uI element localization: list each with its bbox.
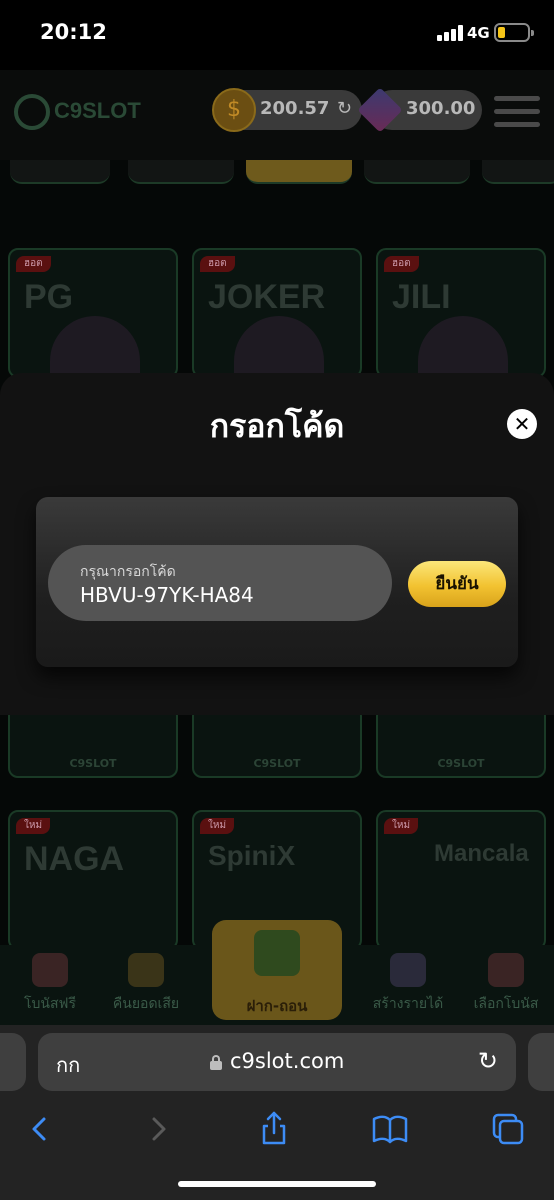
nav-cashback[interactable]: คืนยอดเสีย: [96, 945, 196, 1025]
share-button[interactable]: [254, 1109, 294, 1149]
game-tile[interactable]: C9SLOT: [8, 706, 178, 778]
status-bar: 20:12 4G: [0, 0, 554, 70]
nav-deposit-withdraw[interactable]: ฝาก-ถอน: [212, 920, 342, 1020]
back-button[interactable]: [22, 1109, 62, 1149]
tile-brand: PG: [24, 278, 74, 316]
refresh-icon[interactable]: ↻: [337, 98, 352, 119]
game-tile-mancala[interactable]: ใหม่ Mancala: [376, 810, 546, 950]
new-badge: ใหม่: [384, 818, 419, 834]
new-badge: ใหม่: [200, 818, 235, 834]
gift-icon: [32, 953, 68, 987]
share-icon: [262, 1111, 286, 1145]
tile-artwork: [234, 316, 324, 376]
address-bar[interactable]: กก c9slot.com ↻: [38, 1033, 516, 1091]
category-tab[interactable]: [364, 160, 470, 184]
close-button[interactable]: ✕: [507, 409, 537, 439]
nav-affiliate[interactable]: สร้างรายได้: [358, 945, 458, 1025]
logo-text: C9SLOT: [54, 98, 141, 123]
lock-icon: [210, 1055, 222, 1070]
network-type: 4G: [467, 24, 490, 42]
game-tile-naga[interactable]: ใหม่ NAGA: [8, 810, 178, 950]
c9slot-logo[interactable]: C9SLOT: [14, 92, 144, 132]
code-input-value: HBVU-97YK-HA84: [80, 583, 254, 607]
status-time: 20:12: [40, 20, 107, 44]
nav-choose-bonus[interactable]: เลือกโบนัส: [456, 945, 554, 1025]
balance-value: 200.57: [260, 98, 330, 119]
money-icon: [254, 930, 300, 976]
reload-icon[interactable]: ↻: [478, 1047, 498, 1075]
tile-artwork: [418, 316, 508, 376]
points-pill[interactable]: 300.00: [357, 87, 482, 133]
game-tile[interactable]: C9SLOT: [376, 706, 546, 778]
battery-icon: [494, 23, 534, 42]
tile-brand: SpiniX: [208, 840, 296, 871]
nav-label: คืนยอดเสีย: [112, 996, 180, 1012]
nav-center-label: ฝาก-ถอน: [246, 997, 308, 1015]
confirm-button[interactable]: ยืนยัน: [408, 561, 506, 607]
tile-brand: NAGA: [24, 840, 125, 878]
chevron-right-icon: [152, 1117, 166, 1141]
category-tab[interactable]: [128, 160, 234, 184]
category-tab[interactable]: [10, 160, 110, 184]
code-card: กรุณากรอกโค้ด HBVU-97YK-HA84 ยืนยัน: [36, 497, 518, 667]
new-badge: ใหม่: [16, 818, 51, 834]
megaphone-icon: [488, 953, 524, 987]
bookmarks-button[interactable]: [370, 1109, 410, 1149]
logo-mark-icon: [14, 94, 50, 130]
code-input-label: กรุณากรอกโค้ด: [80, 564, 176, 580]
url-text: c9slot.com: [230, 1049, 345, 1073]
hot-badge: ฮอต: [16, 256, 51, 272]
category-tab-active[interactable]: [246, 160, 352, 184]
previous-tab-preview[interactable]: [0, 1033, 26, 1091]
forward-button[interactable]: [140, 1109, 180, 1149]
tile-brand: Mancala: [434, 840, 529, 867]
dollar-coin-icon: $: [212, 88, 256, 132]
game-tile-joker[interactable]: ฮอต JOKER: [192, 248, 362, 378]
game-tile-pg[interactable]: ฮอต PG: [8, 248, 178, 378]
category-tab[interactable]: [482, 160, 554, 184]
balance-pill[interactable]: $ 200.57 ↻: [212, 88, 362, 132]
signal-strength-icon: [437, 25, 463, 41]
tile-footer-logo: C9SLOT: [69, 757, 117, 770]
tile-footer-logo: C9SLOT: [253, 757, 301, 770]
nav-label: สร้างรายได้: [372, 996, 444, 1012]
code-input[interactable]: กรุณากรอกโค้ด HBVU-97YK-HA84: [48, 545, 392, 621]
tabs-icon: [492, 1113, 524, 1145]
hot-badge: ฮอต: [384, 256, 419, 272]
game-tile-jili[interactable]: ฮอต JILI: [376, 248, 546, 378]
next-tab-preview[interactable]: [528, 1033, 554, 1091]
reader-settings-button[interactable]: กก: [56, 1049, 80, 1081]
affiliate-icon: [390, 953, 426, 987]
tabs-button[interactable]: [488, 1109, 528, 1149]
tile-artwork: [50, 316, 140, 376]
cashback-icon: [128, 953, 164, 987]
tile-brand: JOKER: [208, 278, 326, 316]
tile-footer-logo: C9SLOT: [437, 757, 485, 770]
enter-code-modal: กรอกโค้ด ✕ กรุณากรอกโค้ด HBVU-97YK-HA84 …: [0, 373, 554, 715]
chevron-left-icon: [32, 1117, 46, 1141]
category-tabs: [0, 160, 554, 190]
browser-toolbar: กก c9slot.com ↻: [0, 1025, 554, 1200]
book-icon: [372, 1115, 408, 1144]
nav-free-bonus[interactable]: โบนัสฟรี: [0, 945, 100, 1025]
close-icon: ✕: [513, 412, 531, 436]
modal-title: กรอกโค้ด: [209, 407, 345, 445]
nav-label: เลือกโบนัส: [473, 996, 539, 1012]
game-tile[interactable]: C9SLOT: [192, 706, 362, 778]
tile-brand: JILI: [392, 278, 451, 316]
hamburger-menu-icon[interactable]: [494, 96, 540, 128]
points-value: 300.00: [406, 98, 476, 119]
hot-badge: ฮอต: [200, 256, 235, 272]
nav-label: โบนัสฟรี: [24, 996, 76, 1012]
home-indicator: [178, 1181, 376, 1187]
